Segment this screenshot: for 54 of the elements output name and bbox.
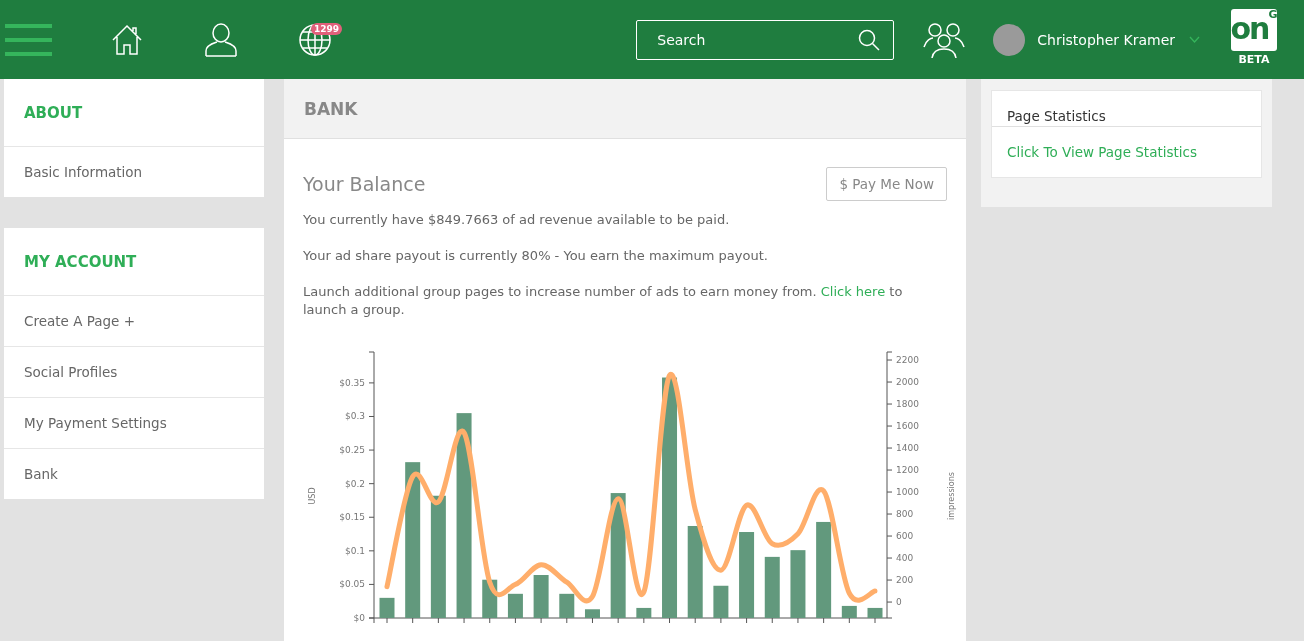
sidebar-heading: MY ACCOUNT xyxy=(4,228,264,296)
axis-label: 2000 xyxy=(896,377,919,388)
bar xyxy=(507,593,523,618)
axis-label: 1800 xyxy=(896,399,919,410)
info-text: You currently have $849.7663 of ad revenue available to be paid. xyxy=(303,211,731,229)
user-name[interactable]: Christopher Kramer xyxy=(1037,31,1175,48)
bar xyxy=(379,597,395,618)
section-title: Your Balance xyxy=(303,173,426,195)
axis-label: 1400 xyxy=(896,443,919,454)
axis-label: 200 xyxy=(896,575,914,586)
axis-label: 600 xyxy=(896,531,914,542)
sidebar-heading: ABOUT xyxy=(4,79,264,147)
sidebar-item[interactable]: My Payment Settings xyxy=(4,398,264,449)
group-icon[interactable] xyxy=(923,20,966,59)
axis-label: $0 xyxy=(353,613,365,623)
axis-title: impressions xyxy=(947,472,956,520)
axis-label: $0.15 xyxy=(339,512,365,523)
axis-label: 1200 xyxy=(896,465,919,476)
sidebar-item[interactable]: Create A Page + xyxy=(4,296,264,347)
card-title: Page Statistics xyxy=(992,91,1261,127)
axis-label: $0.2 xyxy=(344,478,365,489)
axis-label: 1000 xyxy=(896,487,919,498)
axis-title: USD xyxy=(308,487,317,505)
panel-title: BANK xyxy=(284,79,966,139)
axis-label: 800 xyxy=(896,509,914,520)
axis-label: 1600 xyxy=(896,421,919,432)
bar xyxy=(841,605,857,618)
home-icon[interactable] xyxy=(111,23,143,56)
axis-label: $0.3 xyxy=(344,411,365,422)
axis-label: $0.35 xyxy=(339,377,365,388)
notification-badge: 1299 xyxy=(311,22,343,35)
axis-label: $0.05 xyxy=(339,579,365,590)
bar xyxy=(867,607,883,618)
sidebar-item[interactable]: Basic Information xyxy=(4,147,264,197)
bar xyxy=(636,607,652,618)
bar xyxy=(790,550,806,618)
axis-label: 400 xyxy=(896,553,914,564)
pay-button[interactable]: $ Pay Me Now xyxy=(826,167,947,201)
sidebar-item[interactable]: Bank xyxy=(4,449,264,499)
bar xyxy=(584,609,600,618)
axis-label: 2200 xyxy=(896,355,919,366)
user-icon[interactable] xyxy=(204,22,238,57)
axis-label: $0.1 xyxy=(344,545,365,556)
axis-label: $0.25 xyxy=(339,445,365,456)
bar xyxy=(713,585,729,618)
info-text: Launch additional group pages to increase number of ads to earn money from. Click here to launch a group. xyxy=(303,283,904,319)
axis-label: 0 xyxy=(896,597,902,608)
bar xyxy=(559,593,575,618)
sidebar-item[interactable]: Social Profiles xyxy=(4,347,264,398)
info-text: Your ad share payout is currently 80% - You earn the maximum payout. xyxy=(303,247,769,265)
bar xyxy=(533,575,549,618)
search-icon[interactable] xyxy=(858,28,881,51)
bar xyxy=(764,556,780,618)
search-field[interactable]: Search xyxy=(636,19,895,60)
